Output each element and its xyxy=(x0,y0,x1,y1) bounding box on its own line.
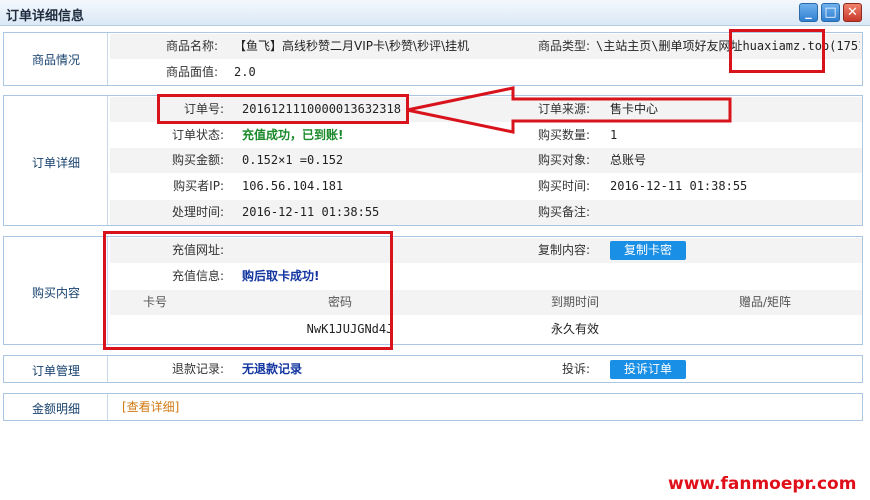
refund-label: 退款记录: xyxy=(171,362,224,376)
order-status-label: 订单状态: xyxy=(171,128,224,142)
purchase-section-text: 购买内容 xyxy=(31,286,80,300)
card-col-gift: 赠品/矩阵 xyxy=(738,295,792,309)
order-status-value: 充值成功，已到账! xyxy=(242,128,344,142)
order-row-3: 购买金额: 0.152×1 =0.152 购买对象: 总账号 xyxy=(110,148,862,173)
order-section-text: 订单详细 xyxy=(31,156,80,170)
complaint-button[interactable]: 投诉订单 xyxy=(610,360,686,379)
order-number-highlight xyxy=(157,94,409,124)
view-detail-link[interactable]: [查看详细] xyxy=(122,395,179,420)
management-section-text: 订单管理 xyxy=(31,364,80,378)
order-amount-label: 购买金额: xyxy=(171,153,224,167)
order-time-label: 购买时间: xyxy=(537,179,590,193)
close-icon: ✕ xyxy=(847,5,858,20)
amount-section-text: 金额明细 xyxy=(31,402,80,416)
order-target-value: 总账号 xyxy=(610,153,647,167)
copy-card-button[interactable]: 复制卡密 xyxy=(610,241,686,260)
product-section-label: 商品情况 xyxy=(4,33,108,85)
close-button[interactable]: ✕ xyxy=(843,3,862,22)
product-name-label: 商品名称: xyxy=(165,39,218,53)
red-arrow-icon xyxy=(406,86,732,134)
order-row-4: 购买者IP: 106.56.104.181 购买时间: 2016-12-11 0… xyxy=(110,174,862,199)
purchase-content-highlight xyxy=(103,231,393,350)
amount-detail-panel: 金额明细 [查看详细] xyxy=(3,393,863,421)
product-type-label: 商品类型: xyxy=(537,39,590,53)
arrow-shape xyxy=(406,86,732,134)
order-target-label: 购买对象: xyxy=(537,153,590,167)
maximize-icon: □ xyxy=(824,5,837,20)
watermark: www.fanmoepr.com xyxy=(668,474,857,494)
minimize-button[interactable]: _ xyxy=(799,3,818,22)
copy-content-label: 复制内容: xyxy=(537,243,590,257)
window-titlebar: 订单详细信息 _ □ ✕ xyxy=(0,0,870,26)
order-process-label: 处理时间: xyxy=(171,205,224,219)
management-panel: 订单管理 退款记录: 无退款记录 投诉: 投诉订单 xyxy=(3,355,863,383)
product-section-text: 商品情况 xyxy=(31,53,80,67)
order-time-value: 2016-12-11 01:38:55 xyxy=(610,179,748,193)
order-remark-label: 购买备注: xyxy=(537,205,590,219)
minimize-icon: _ xyxy=(805,5,812,20)
product-name-value: 【鱼飞】高线秒赞二月VIP卡\秒赞\秒评\挂机 xyxy=(234,39,470,53)
order-section-label: 订单详细 xyxy=(4,96,108,225)
maximize-button[interactable]: □ xyxy=(821,3,840,22)
order-ip-label: 购买者IP: xyxy=(173,179,224,193)
order-process-value: 2016-12-11 01:38:55 xyxy=(242,205,380,219)
product-denomination-value: 2.0 xyxy=(234,65,256,79)
order-row-5: 处理时间: 2016-12-11 01:38:55 购买备注: xyxy=(110,200,862,225)
card-col-expiry: 到期时间 xyxy=(550,295,599,309)
product-type-highlight xyxy=(729,29,825,73)
product-denomination-label: 商品面值: xyxy=(165,65,218,79)
management-row: 退款记录: 无退款记录 投诉: 投诉订单 xyxy=(110,357,862,382)
card-expiry-cell: 永久有效 xyxy=(550,322,599,336)
amount-detail-row: [查看详细] xyxy=(110,395,862,420)
window-title: 订单详细信息 xyxy=(6,9,85,24)
amount-section-label: 金额明细 xyxy=(4,394,108,420)
order-amount-value: 0.152×1 =0.152 xyxy=(242,153,344,167)
purchase-section-label: 购买内容 xyxy=(4,237,108,344)
order-ip-value: 106.56.104.181 xyxy=(242,179,344,193)
refund-value: 无退款记录 xyxy=(242,362,303,376)
management-section-label: 订单管理 xyxy=(4,356,108,382)
complaint-label: 投诉: xyxy=(561,362,590,376)
